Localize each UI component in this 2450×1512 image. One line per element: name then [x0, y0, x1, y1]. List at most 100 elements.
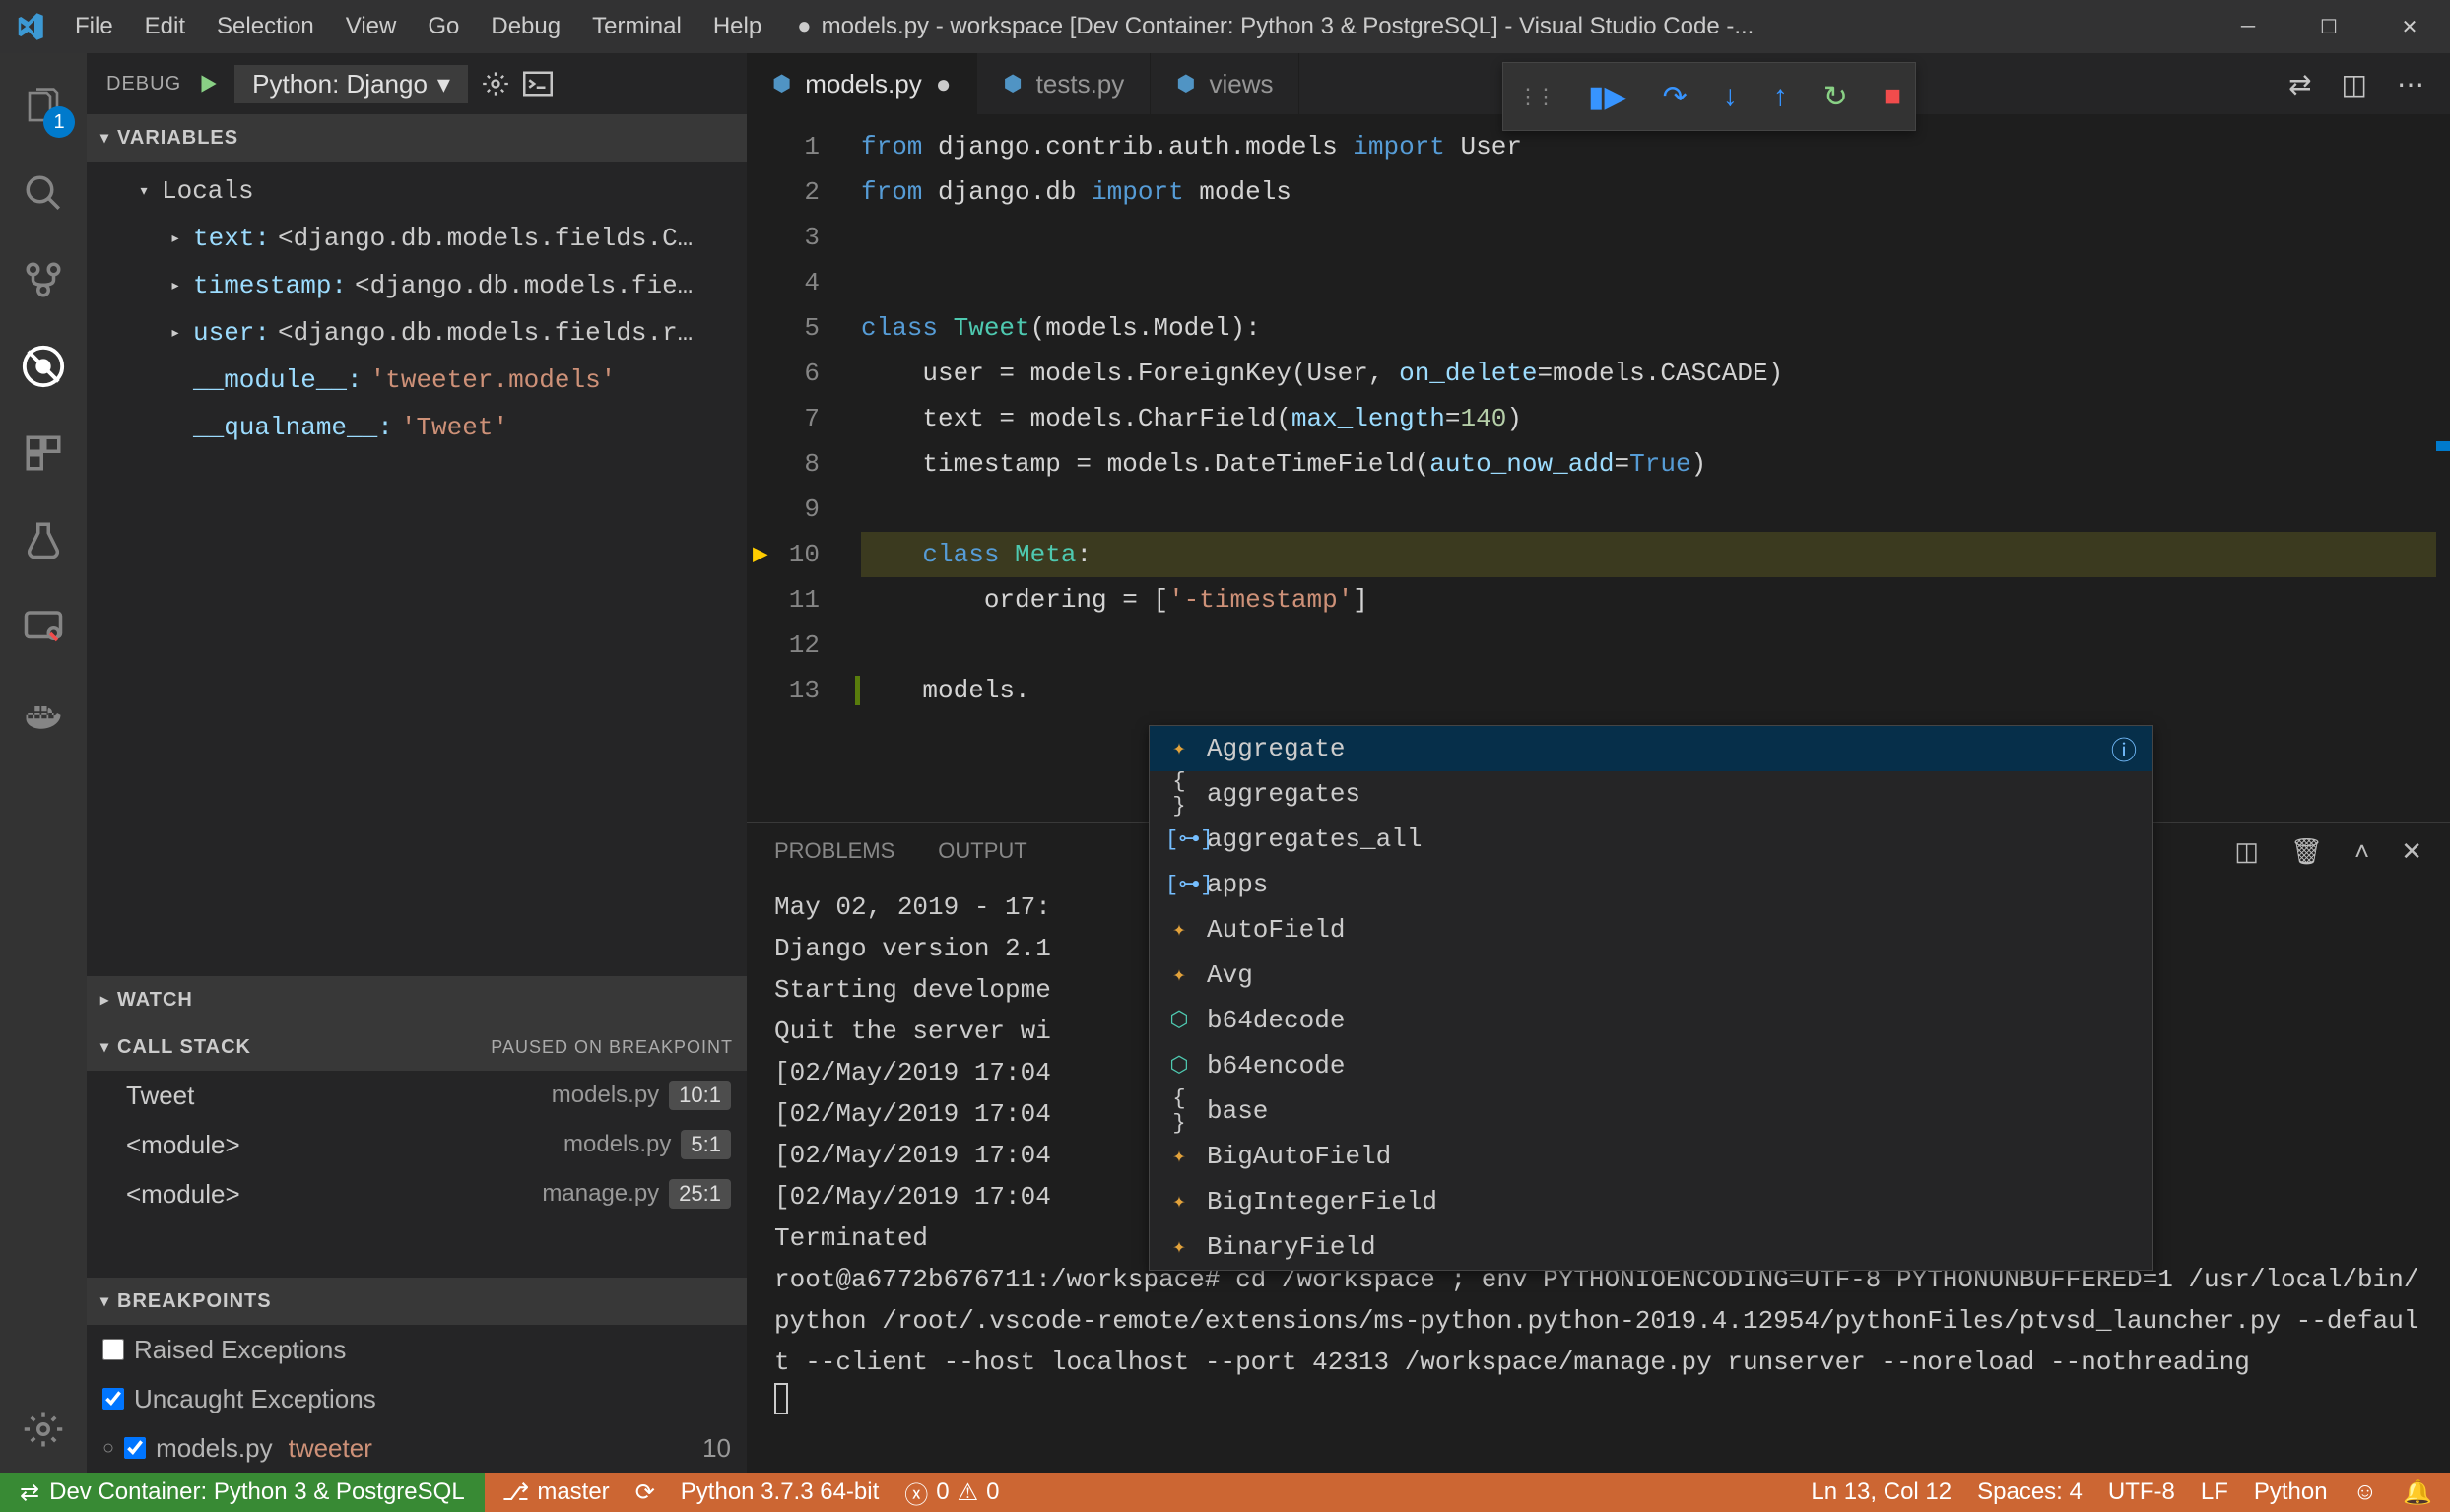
suggest-item[interactable]: ⬡b64encode — [1150, 1043, 2152, 1088]
section-watch[interactable]: ▸WATCH — [87, 976, 747, 1023]
menu-view[interactable]: View — [330, 0, 413, 53]
suggest-item[interactable]: ✦BigAutoField — [1150, 1134, 2152, 1179]
variable-row[interactable]: ▸user: <django.db.models.fields.r… — [87, 309, 747, 357]
tab-models[interactable]: ⬢ models.py ● — [747, 53, 977, 114]
activity-remote-icon[interactable] — [0, 583, 87, 670]
status-branch[interactable]: ⎇master — [502, 1479, 610, 1507]
suggest-item[interactable]: ✦Aggregateⓘ — [1150, 726, 2152, 771]
status-encoding[interactable]: UTF-8 — [2108, 1479, 2175, 1507]
status-language[interactable]: Python — [2254, 1479, 2328, 1507]
debug-step-into-icon[interactable]: ↓ — [1723, 80, 1738, 113]
error-icon: ⓧ — [904, 1476, 928, 1510]
debug-step-over-icon[interactable]: ↷ — [1663, 80, 1688, 114]
debug-config-gear-icon[interactable] — [482, 70, 509, 98]
activity-explorer-icon[interactable]: 1 — [0, 63, 87, 150]
status-sync[interactable]: ⟳ — [635, 1479, 655, 1507]
warning-icon: ⚠ — [958, 1479, 979, 1507]
close-icon[interactable]: ✕ — [2369, 0, 2450, 53]
menu-help[interactable]: Help — [697, 0, 777, 53]
callstack-frame[interactable]: <module>manage.py25:1 — [87, 1169, 747, 1218]
activity-debug-icon[interactable] — [0, 323, 87, 410]
suggest-item[interactable]: ✦AutoField — [1150, 907, 2152, 953]
minimap[interactable] — [2436, 114, 2450, 822]
code-area[interactable]: from django.contrib.auth.models import U… — [837, 114, 2436, 822]
tab-views[interactable]: ⬢ views — [1151, 53, 1299, 114]
checkbox[interactable] — [102, 1339, 124, 1360]
variable-row[interactable]: ▸text: <django.db.models.fields.C… — [87, 215, 747, 262]
status-problems[interactable]: ⓧ0 ⚠0 — [904, 1476, 999, 1510]
debug-continue-icon[interactable]: ▮▶ — [1588, 80, 1627, 114]
section-breakpoints[interactable]: ▾BREAKPOINTS — [87, 1278, 747, 1325]
debug-start-icon[interactable] — [195, 71, 221, 97]
breakpoint-raised[interactable]: Raised Exceptions — [87, 1325, 747, 1374]
activitybar: 1 — [0, 53, 87, 1473]
suggest-item[interactable]: ✦BigIntegerField — [1150, 1179, 2152, 1224]
more-actions-icon[interactable]: ⋯ — [2397, 68, 2424, 100]
callstack-frame[interactable]: Tweetmodels.py10:1 — [87, 1071, 747, 1120]
maximize-icon[interactable]: ☐ — [2288, 0, 2369, 53]
breakpoint-uncaught[interactable]: Uncaught Exceptions — [87, 1374, 747, 1423]
checkbox[interactable] — [124, 1437, 146, 1459]
activity-scm-icon[interactable] — [0, 236, 87, 323]
suggest-item[interactable]: { }base — [1150, 1088, 2152, 1134]
intellisense-widget[interactable]: ✦Aggregateⓘ{ }aggregates[⊶]aggregates_al… — [1149, 725, 2153, 1271]
menu-terminal[interactable]: Terminal — [576, 0, 697, 53]
variable-row[interactable]: __module__: 'tweeter.models' — [87, 357, 747, 404]
callstack-frame[interactable]: <module>models.py5:1 — [87, 1120, 747, 1169]
panel-maximize-icon[interactable]: ˄ — [2354, 836, 2369, 867]
section-variables[interactable]: ▾VARIABLES — [87, 114, 747, 162]
panel-split-icon[interactable]: ◫ — [2234, 836, 2259, 867]
drag-grip-icon[interactable]: ⋮⋮ — [1517, 84, 1553, 109]
panel-trash-icon[interactable]: 🗑 — [2290, 836, 2323, 867]
panel-tab-output[interactable]: OUTPUT — [938, 838, 1026, 864]
suggest-item[interactable]: ✦BinaryField — [1150, 1224, 2152, 1270]
status-feedback-icon[interactable]: ☺ — [2353, 1479, 2378, 1507]
menu-go[interactable]: Go — [412, 0, 475, 53]
locals-scope[interactable]: ▾Locals — [87, 167, 747, 215]
activity-settings-icon[interactable] — [0, 1386, 87, 1473]
debug-floating-toolbar[interactable]: ⋮⋮ ▮▶ ↷ ↓ ↑ ↻ ■ — [1502, 62, 1916, 131]
minimize-icon[interactable]: ─ — [2208, 0, 2288, 53]
status-python[interactable]: Python 3.7.3 64-bit — [681, 1479, 879, 1506]
debug-sidebar: DEBUG Python: Django▾ ▾VARIABLES ▾Locals… — [87, 53, 747, 1473]
section-callstack[interactable]: ▾CALL STACKPAUSED ON BREAKPOINT — [87, 1023, 747, 1071]
status-cursor[interactable]: Ln 13, Col 12 — [1811, 1479, 1952, 1507]
suggest-item[interactable]: [⊶]aggregates_all — [1150, 817, 2152, 862]
variable-row[interactable]: ▸timestamp: <django.db.models.fie… — [87, 262, 747, 309]
activity-test-icon[interactable] — [0, 496, 87, 583]
variable-row[interactable]: __qualname__: 'Tweet' — [87, 404, 747, 451]
menu-selection[interactable]: Selection — [201, 0, 330, 53]
suggest-item[interactable]: [⊶]apps — [1150, 862, 2152, 907]
gutter[interactable]: 123456789▶10111213 — [747, 114, 837, 822]
breakpoint-file[interactable]: ○models.pytweeter10 — [87, 1423, 747, 1473]
suggest-item[interactable]: { }aggregates — [1150, 771, 2152, 817]
activity-extensions-icon[interactable] — [0, 410, 87, 496]
activity-docker-icon[interactable] — [0, 670, 87, 756]
activity-search-icon[interactable] — [0, 150, 87, 236]
suggest-item[interactable]: ✦Avg — [1150, 953, 2152, 998]
tab-tests[interactable]: ⬢ tests.py — [977, 53, 1151, 114]
code-editor[interactable]: 123456789▶10111213 from django.contrib.a… — [747, 114, 2450, 822]
menu-debug[interactable]: Debug — [475, 0, 576, 53]
status-remote[interactable]: ⇄ Dev Container: Python 3 & PostgreSQL — [0, 1473, 485, 1512]
debug-stop-icon[interactable]: ■ — [1884, 80, 1901, 113]
split-editor-icon[interactable]: ◫ — [2342, 68, 2367, 100]
debug-config-select[interactable]: Python: Django▾ — [234, 65, 468, 103]
menu-file[interactable]: File — [59, 0, 129, 53]
status-eol[interactable]: LF — [2201, 1479, 2228, 1507]
status-indent[interactable]: Spaces: 4 — [1977, 1479, 2083, 1507]
panel-tab-problems[interactable]: PROBLEMS — [774, 838, 894, 864]
debug-restart-icon[interactable]: ↻ — [1823, 80, 1848, 114]
panel-close-icon[interactable]: ✕ — [2401, 836, 2422, 867]
debug-step-out-icon[interactable]: ↑ — [1773, 80, 1788, 113]
menubar: File Edit Selection View Go Debug Termin… — [59, 0, 777, 53]
compare-changes-icon[interactable]: ⇄ — [2288, 68, 2311, 100]
explorer-badge: 1 — [43, 106, 75, 138]
suggest-item[interactable]: ⬡b64decode — [1150, 998, 2152, 1043]
chevron-down-icon: ▾ — [437, 69, 450, 99]
menu-edit[interactable]: Edit — [129, 0, 201, 53]
sync-icon: ⟳ — [635, 1479, 655, 1507]
checkbox[interactable] — [102, 1388, 124, 1410]
debug-console-icon[interactable] — [523, 71, 553, 97]
status-bell-icon[interactable]: 🔔 — [2403, 1479, 2432, 1507]
